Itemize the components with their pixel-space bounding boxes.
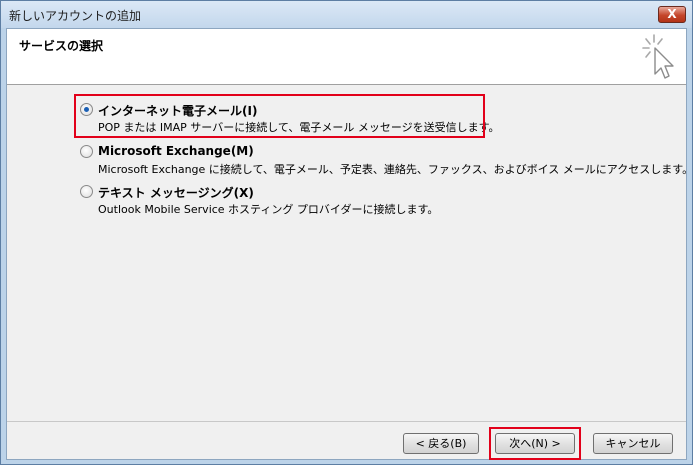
page-title: サービスの選択 [19, 39, 104, 53]
dialog-window: 新しいアカウントの追加 X サービスの選択 インターネット電子メール(I) PO… [0, 0, 693, 465]
wizard-client-area: サービスの選択 インターネット電子メール(I) POP または IMAP サーバ… [6, 28, 693, 460]
back-button[interactable]: < 戻る(B) [403, 433, 479, 454]
highlight-next-button [489, 427, 581, 460]
footer-divider [7, 421, 686, 422]
option-desc-microsoft-exchange: Microsoft Exchange に接続して、電子メール、予定表、連絡先、フ… [98, 163, 693, 176]
cancel-button[interactable]: キャンセル [593, 433, 673, 454]
close-icon: X [667, 7, 677, 21]
radio-text-messaging[interactable] [80, 185, 93, 198]
option-label-microsoft-exchange[interactable]: Microsoft Exchange(M) [98, 144, 254, 158]
wizard-header: サービスの選択 [7, 29, 686, 85]
title-bar[interactable]: 新しいアカウントの追加 X [1, 1, 692, 28]
option-label-text-messaging[interactable]: テキスト メッセージング(X) [98, 184, 254, 201]
radio-microsoft-exchange[interactable] [80, 145, 93, 158]
option-desc-text-messaging: Outlook Mobile Service ホスティング プロバイダーに接続し… [98, 203, 439, 216]
wizard-cursor-icon [642, 34, 674, 79]
window-title: 新しいアカウントの追加 [9, 9, 142, 23]
highlight-internet-email [74, 94, 485, 138]
close-button[interactable]: X [658, 6, 686, 23]
